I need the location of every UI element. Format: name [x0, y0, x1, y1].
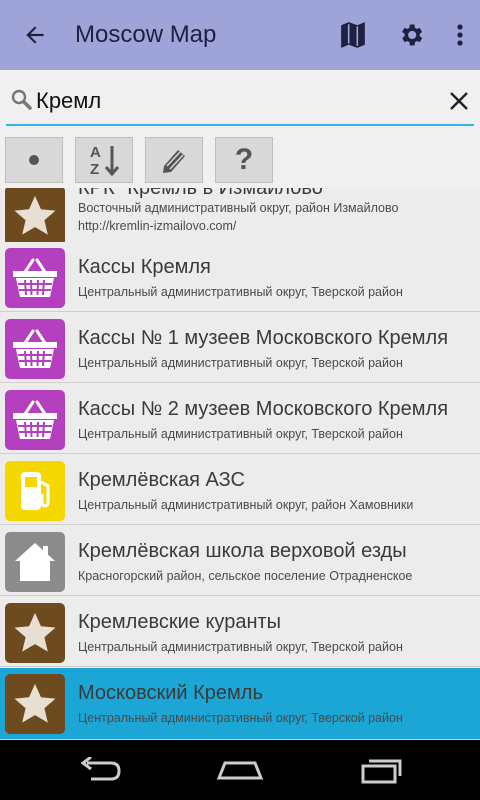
item-name: Кремлевские куранты	[78, 611, 282, 633]
back-button[interactable]	[0, 0, 70, 70]
dot-button[interactable]	[5, 137, 63, 183]
list-item[interactable]: Кремлевские куранты Центральный админист…	[0, 597, 480, 667]
item-url[interactable]: http://kremlin-izmailovo.com/	[78, 219, 236, 233]
app-title: Moscow Map	[75, 21, 217, 48]
system-nav-bar	[0, 740, 480, 800]
item-address: Центральный административный округ, Твер…	[78, 711, 403, 725]
home-nav-icon	[216, 761, 264, 780]
sort-az-button[interactable]: A Z	[75, 137, 133, 183]
nav-recents-button[interactable]	[352, 750, 412, 790]
edit-button[interactable]	[145, 137, 203, 183]
svg-text:Z: Z	[90, 161, 99, 177]
dot-icon	[29, 155, 39, 165]
list-item[interactable]: Кремлёвская школа верховой езды Красного…	[0, 526, 480, 596]
basket-icon	[5, 390, 65, 450]
basket-icon	[5, 248, 65, 308]
item-name: Кассы Кремля	[78, 256, 211, 278]
star-icon	[5, 674, 65, 734]
item-name: Кремлёвская АЗС	[78, 469, 245, 491]
item-address: Красногорский район, сельское поселение …	[78, 569, 413, 583]
search-underline	[6, 124, 474, 126]
item-address: Центральный административный округ, Твер…	[78, 640, 403, 654]
list-item[interactable]: Кассы № 1 музеев Московского Кремля Цент…	[0, 313, 480, 383]
star-icon	[5, 188, 65, 246]
nav-home-button[interactable]	[210, 750, 270, 790]
search-icon	[11, 89, 32, 110]
item-name: Московский Кремль	[78, 682, 263, 704]
pencil-icon	[163, 150, 185, 173]
list-item[interactable]: Кассы Кремля Центральный административны…	[0, 242, 480, 312]
item-name: Кассы № 2 музеев Московского Кремля	[78, 398, 449, 420]
item-address: Центральный административный округ, райо…	[78, 498, 414, 512]
svg-text:A: A	[90, 144, 101, 161]
help-icon: ?	[234, 143, 254, 176]
basket-icon	[5, 319, 65, 379]
item-name: КРК "Кремль в Измайлово"	[78, 188, 331, 199]
settings-button[interactable]	[382, 0, 440, 70]
sort-az-icon: A Z	[90, 144, 120, 177]
more-vert-icon	[457, 24, 463, 46]
recents-nav-icon	[361, 759, 402, 784]
fuel-pump-icon	[5, 461, 65, 521]
item-address: Центральный административный округ, Твер…	[78, 356, 403, 370]
item-name: Кассы № 1 музеев Московского Кремля	[78, 327, 449, 349]
close-icon	[450, 92, 468, 110]
item-address: Восточный административный округ, район …	[78, 201, 399, 215]
map-button[interactable]	[324, 0, 382, 70]
back-arrow-icon	[26, 26, 44, 44]
filter-toolbar: A Z ?	[0, 132, 480, 188]
nav-back-button[interactable]	[70, 750, 130, 790]
help-button[interactable]: ?	[215, 137, 273, 183]
list-item[interactable]: Кассы № 2 музеев Московского Кремля Цент…	[0, 384, 480, 454]
search-bar	[0, 70, 480, 132]
map-icon	[341, 22, 365, 48]
item-address: Центральный административный округ, Твер…	[78, 285, 403, 299]
app-bar: Moscow Map	[0, 0, 480, 70]
clear-search-button[interactable]	[444, 86, 474, 116]
item-name: Кремлёвская школа верховой езды	[78, 540, 407, 562]
back-nav-icon	[80, 757, 121, 781]
gear-icon	[402, 24, 423, 46]
list-item[interactable]: Кремлёвская АЗС Центральный администрати…	[0, 455, 480, 525]
search-input[interactable]	[36, 84, 426, 118]
list-item-selected[interactable]: Московский Кремль Центральный администра…	[0, 668, 480, 740]
overflow-menu-button[interactable]	[440, 0, 480, 70]
item-address: Центральный административный округ, Твер…	[78, 427, 403, 441]
results-list: КРК "Кремль в Измайлово" Восточный админ…	[0, 188, 480, 740]
star-icon	[5, 603, 65, 663]
house-icon	[5, 532, 65, 592]
